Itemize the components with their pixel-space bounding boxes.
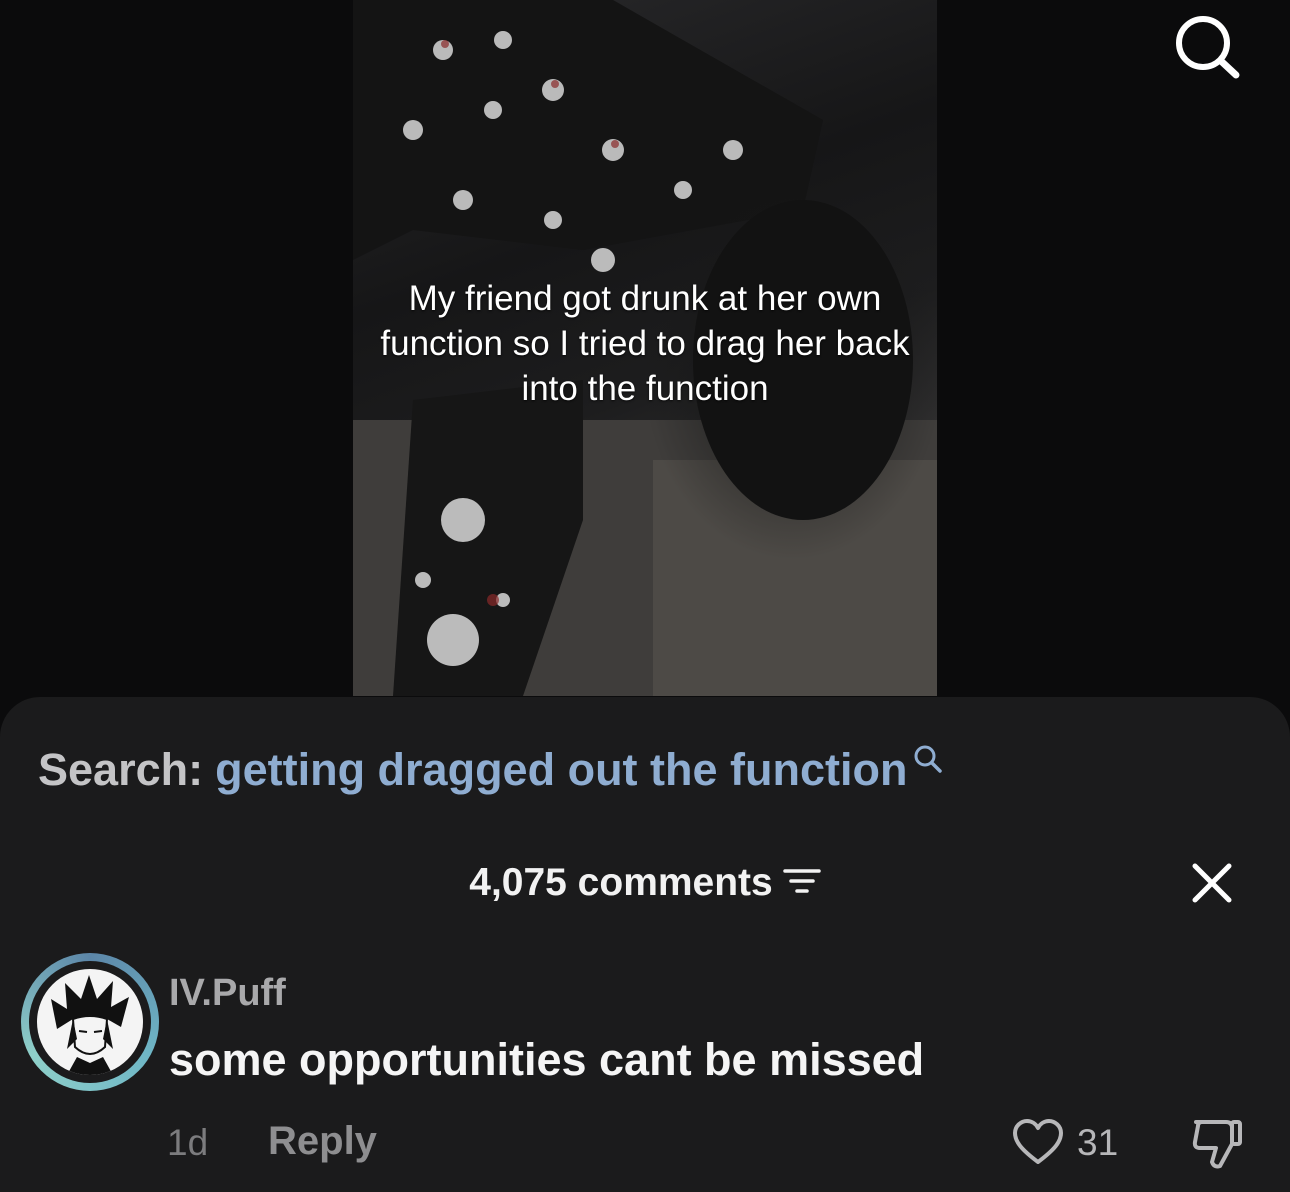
search-suggestion-term[interactable]: getting dragged out the function xyxy=(215,744,907,796)
comment-timestamp: 1d xyxy=(167,1122,209,1163)
comment-username[interactable]: IV.Puff xyxy=(169,972,286,1015)
comments-header: 4,075 comments xyxy=(0,858,1290,908)
filter-icon[interactable] xyxy=(783,866,821,901)
comment-text: some opportunities cant be missed xyxy=(169,1034,925,1085)
app-screen: My friend got drunk at her own function … xyxy=(0,0,1290,1192)
reply-button[interactable]: Reply xyxy=(268,1119,377,1164)
avatar[interactable] xyxy=(21,953,159,1091)
heart-icon[interactable] xyxy=(1012,1118,1064,1166)
search-small-icon xyxy=(912,734,944,786)
close-icon[interactable] xyxy=(1187,858,1237,908)
search-icon[interactable] xyxy=(1170,12,1246,82)
like-count: 31 xyxy=(1077,1122,1119,1163)
dislike-icon[interactable] xyxy=(1190,1114,1244,1172)
search-suggestion[interactable]: Search: getting dragged out the function xyxy=(38,742,944,798)
video-caption: My friend got drunk at her own function … xyxy=(380,279,910,408)
search-prefix-label: Search: xyxy=(38,744,204,795)
avatar-image xyxy=(37,969,143,1075)
video-player[interactable]: My friend got drunk at her own function … xyxy=(353,0,937,696)
comment-count: 4,075 comments xyxy=(469,861,773,904)
